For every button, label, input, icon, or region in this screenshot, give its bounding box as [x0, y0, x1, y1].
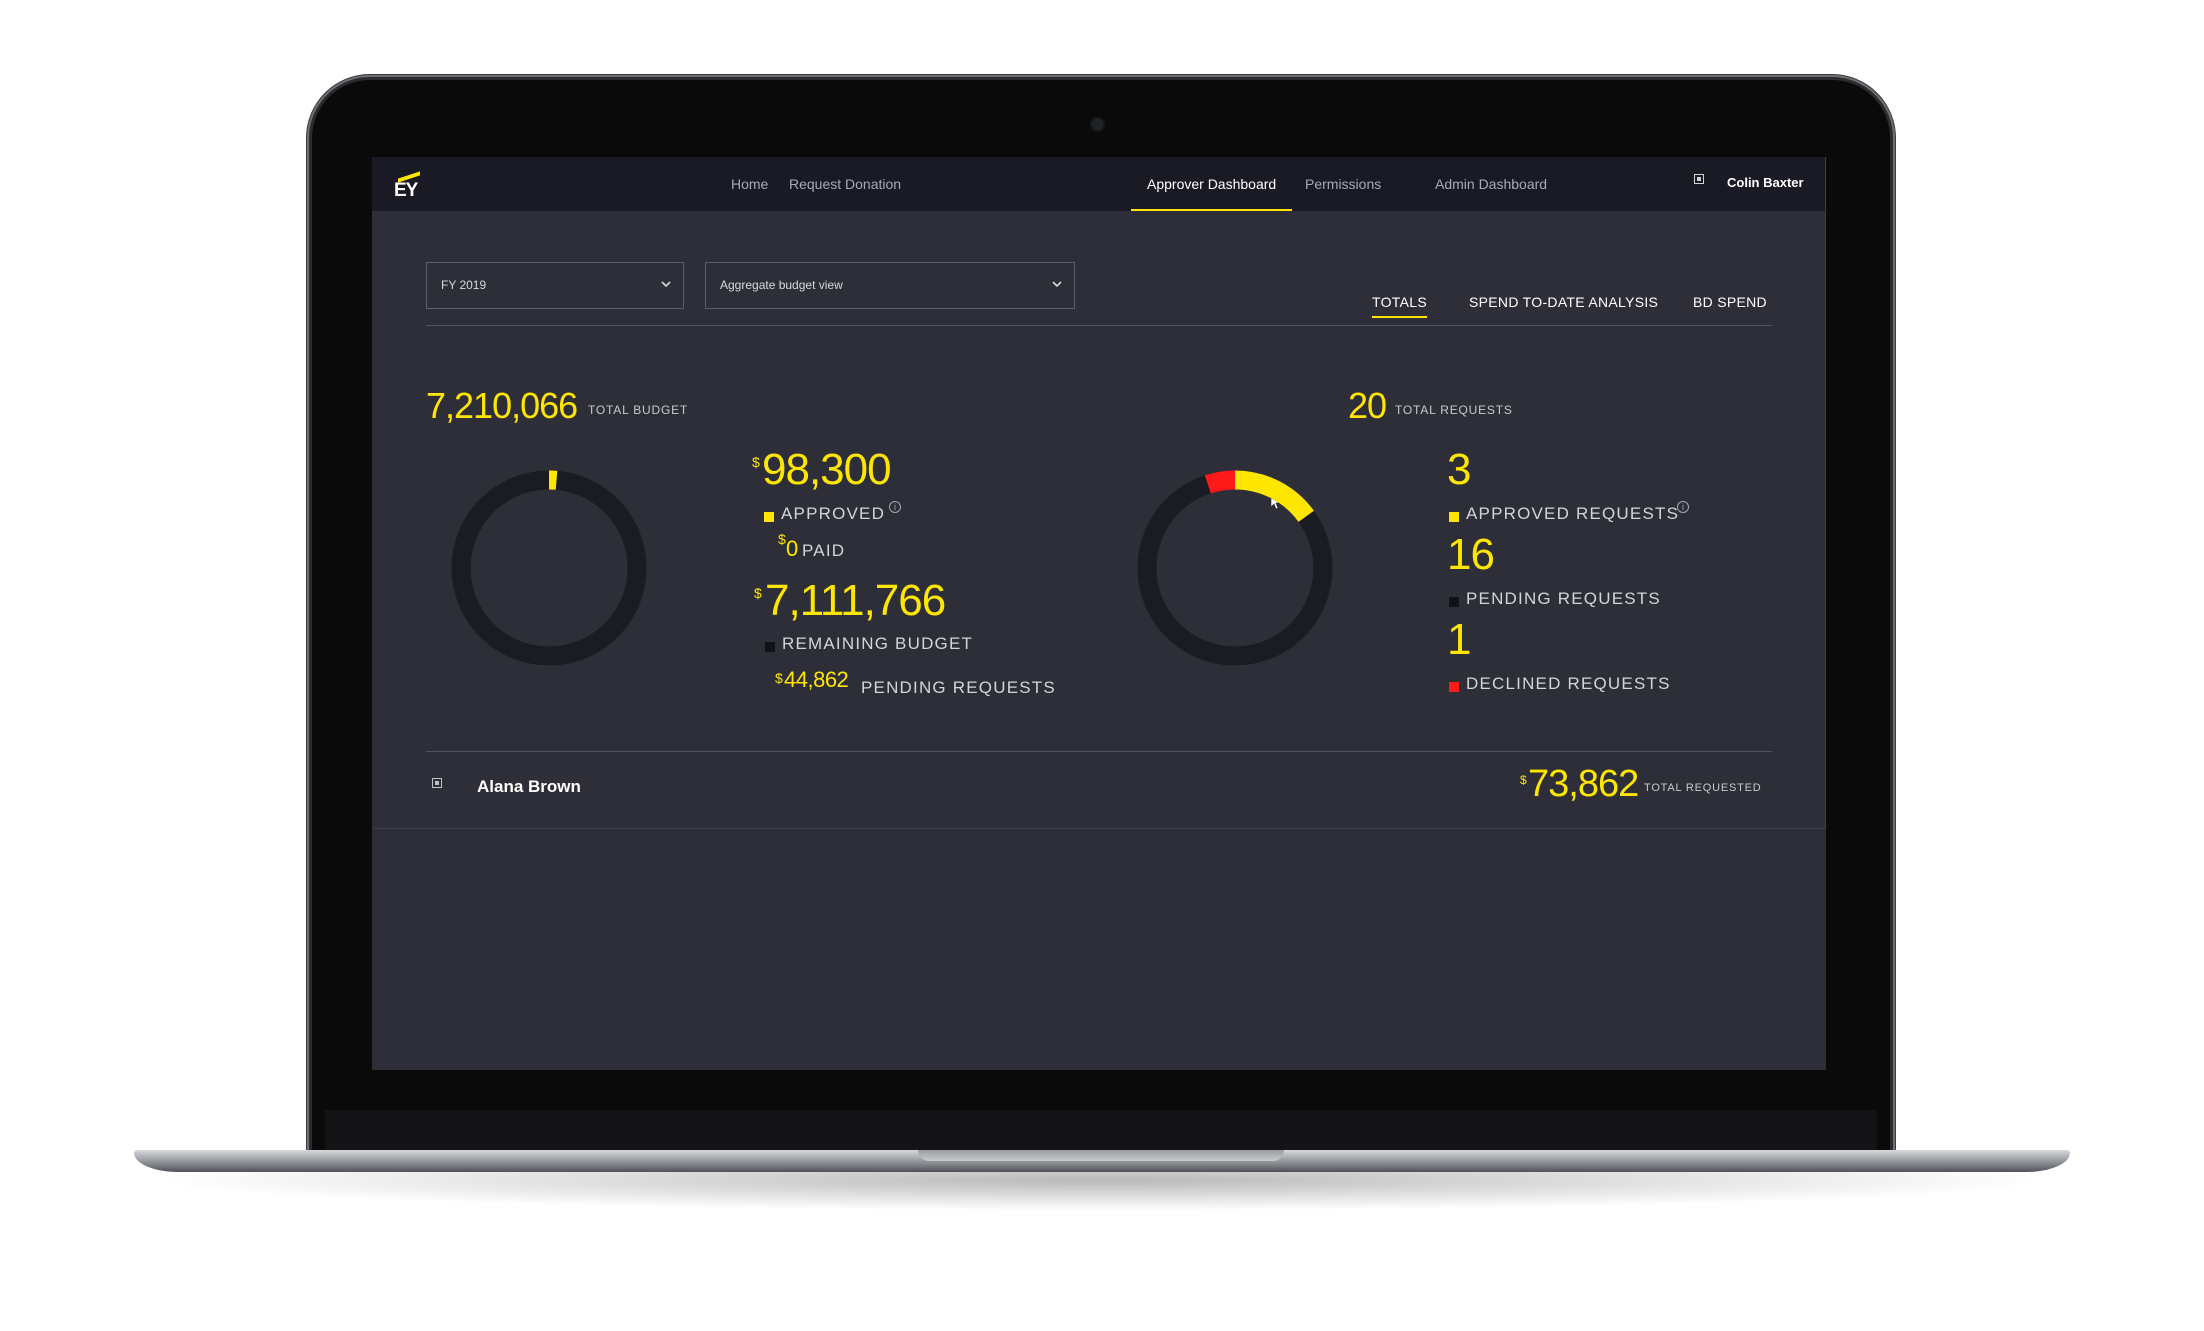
- laptop-bezel-bottom: [325, 1110, 1877, 1152]
- section-divider: [426, 751, 1772, 752]
- remaining-budget-label: REMAINING BUDGET: [782, 634, 974, 653]
- laptop-hinge-notch: [918, 1150, 1284, 1161]
- total-requests-value: 20: [1348, 385, 1387, 426]
- app-page: EY Home Request Donation Approver Dashbo…: [372, 157, 1826, 829]
- screen: EY Home Request Donation Approver Dashbo…: [372, 157, 1826, 1070]
- currency-symbol: $: [778, 531, 786, 547]
- approved-requests-swatch: [1449, 512, 1459, 522]
- tabs-divider: [426, 325, 1772, 326]
- declined-requests-label: DECLINED REQUESTS: [1466, 674, 1671, 693]
- broken-image-icon: [1694, 174, 1704, 184]
- logo-text: EY: [394, 180, 418, 201]
- currency-symbol: $: [754, 585, 762, 601]
- broken-image-icon: [432, 778, 442, 788]
- nav-approver-dashboard[interactable]: Approver Dashboard: [1131, 157, 1293, 211]
- pending-requests-count-label: PENDING REQUESTS: [1466, 589, 1661, 608]
- nav-admin-dashboard[interactable]: Admin Dashboard: [1420, 157, 1562, 211]
- top-navbar: EY Home Request Donation Approver Dashbo…: [372, 157, 1825, 211]
- remaining-budget-amount: 7,111,766: [765, 576, 946, 625]
- paid-amount: 0: [786, 536, 799, 561]
- paid-label: PAID: [802, 541, 846, 560]
- tab-spend-to-date-analysis[interactable]: SPEND TO-DATE ANALYSIS: [1469, 294, 1658, 310]
- approved-legend-swatch: [764, 512, 774, 522]
- currency-symbol: $: [775, 670, 783, 686]
- chevron-down-icon: [1052, 281, 1062, 288]
- budget-donut-chart: [451, 470, 647, 666]
- info-icon[interactable]: i: [1677, 501, 1689, 513]
- fiscal-year-value: FY 2019: [441, 278, 487, 292]
- empty-page-area: [372, 829, 1826, 1070]
- requests-donut-approved-segment: [1234, 470, 1314, 523]
- nav-permissions[interactable]: Permissions: [1290, 157, 1396, 211]
- ey-logo[interactable]: EY: [392, 167, 426, 201]
- remaining-legend-swatch: [765, 642, 775, 652]
- tab-bd-spend[interactable]: BD SPEND: [1693, 294, 1767, 310]
- camera: [1092, 119, 1103, 130]
- info-icon[interactable]: i: [889, 501, 901, 513]
- pending-requests-label: PENDING REQUESTS: [861, 678, 1056, 697]
- requests-donut-declined-segment: [1204, 470, 1236, 494]
- budget-view-select[interactable]: Aggregate budget view: [705, 262, 1075, 309]
- pending-requests-amount: 44,862: [784, 667, 849, 692]
- total-requests-label: TOTAL REQUESTS: [1395, 403, 1513, 417]
- pending-requests-swatch: [1449, 597, 1459, 607]
- person-total-requested-amount: 73,862: [1528, 763, 1639, 805]
- budget-view-value: Aggregate budget view: [720, 278, 843, 292]
- total-budget-value: 7,210,066: [426, 385, 578, 426]
- approved-amount: 98,300: [762, 445, 892, 494]
- currency-symbol: $: [752, 454, 760, 470]
- approved-label: APPROVED: [781, 504, 886, 523]
- budget-donut-track: [451, 470, 647, 666]
- declined-requests-swatch: [1449, 682, 1459, 692]
- nav-request-donation[interactable]: Request Donation: [774, 157, 916, 211]
- chevron-down-icon: [661, 281, 671, 288]
- tab-totals[interactable]: TOTALS: [1372, 294, 1427, 318]
- approved-requests-label: APPROVED REQUESTS: [1466, 504, 1680, 523]
- user-name[interactable]: Colin Baxter: [1727, 175, 1804, 190]
- approved-requests-count: 3: [1447, 445, 1472, 494]
- requests-donut-chart: [1137, 470, 1333, 666]
- fiscal-year-select[interactable]: FY 2019: [426, 262, 684, 309]
- currency-symbol: $: [1520, 773, 1527, 787]
- person-total-requested-label: TOTAL REQUESTED: [1644, 782, 1762, 794]
- total-budget-label: TOTAL BUDGET: [588, 403, 689, 417]
- person-name[interactable]: Alana Brown: [477, 777, 581, 797]
- declined-requests-count: 1: [1447, 615, 1472, 664]
- pending-requests-count: 16: [1447, 530, 1495, 579]
